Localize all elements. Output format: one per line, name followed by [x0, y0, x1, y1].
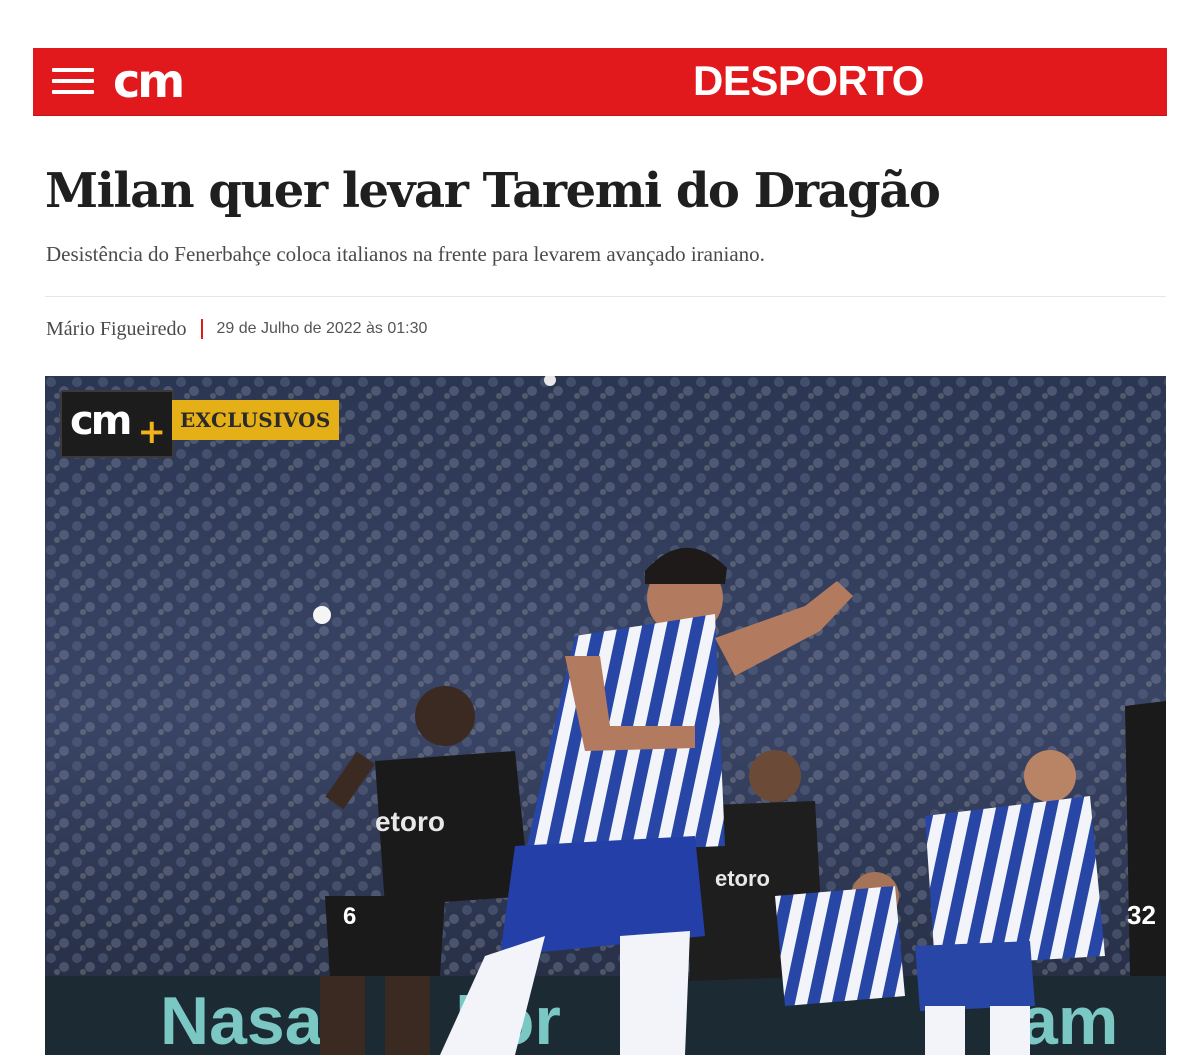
author-link[interactable]: Mário Figueiredo: [46, 318, 187, 341]
menu-line: [52, 68, 94, 72]
shorts-number-2: 32: [1127, 900, 1156, 930]
photo-illustration: Nasa kor am etoro 6 etoro: [45, 376, 1166, 1055]
exclusivos-label[interactable]: EXCLUSIVOS: [172, 400, 339, 440]
menu-line: [52, 79, 94, 83]
cm-plus-badge[interactable]: cm +: [60, 390, 174, 458]
advertising-board-text-3: am: [1020, 983, 1118, 1055]
divider: [45, 296, 1166, 297]
article-subtitle: Desistência do Fenerbahçe coloca italian…: [46, 242, 765, 266]
shirt-sponsor-text-2: etoro: [715, 866, 770, 891]
article-headline: Milan quer levar Taremi do Dragão: [45, 163, 941, 219]
publish-date: 29 de Julho de 2022 às 01:30: [216, 320, 428, 337]
menu-line: [52, 90, 94, 94]
byline: Mário Figueiredo 29 de Julho de 2022 às …: [46, 316, 427, 342]
advertising-board-text: Nasa: [160, 983, 324, 1055]
hamburger-menu-icon[interactable]: [52, 68, 94, 96]
shirt-sponsor-text: etoro: [375, 806, 445, 837]
byline-separator: [200, 319, 203, 339]
shorts-number: 6: [343, 903, 356, 930]
cm-logo[interactable]: cm: [113, 53, 185, 109]
player-monaco-far-right: 32: [1125, 701, 1166, 976]
section-title[interactable]: DESPORTO: [693, 58, 924, 104]
badge-logo-text: cm: [70, 398, 132, 444]
article-photo[interactable]: Nasa kor am etoro 6 etoro: [45, 376, 1166, 1055]
plus-icon: +: [137, 412, 167, 452]
stadium-light: [313, 606, 331, 624]
top-navigation-bar: cm DESPORTO: [33, 48, 1167, 116]
